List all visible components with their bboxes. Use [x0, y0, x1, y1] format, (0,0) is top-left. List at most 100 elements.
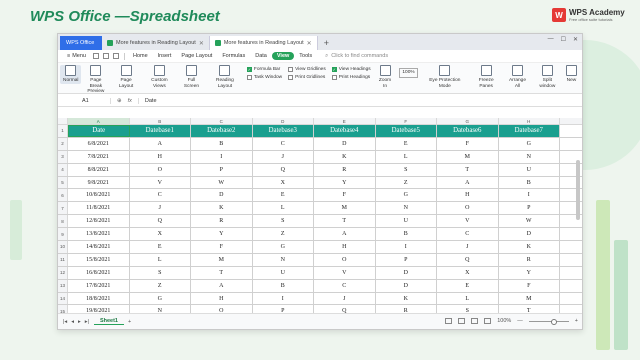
table-cell[interactable]: J [253, 150, 314, 163]
table-cell[interactable]: 17/8/2021 [68, 279, 130, 292]
table-cell[interactable]: 6/8/2021 [68, 137, 130, 150]
table-cell[interactable]: P [376, 253, 437, 266]
table-cell[interactable]: U [253, 266, 314, 279]
table-cell[interactable]: J [130, 202, 191, 215]
table-cell[interactable]: C [130, 189, 191, 202]
table-cell[interactable]: I [499, 189, 560, 202]
normal-view-status-icon[interactable] [445, 318, 453, 324]
table-cell[interactable]: T [437, 163, 499, 176]
row-header[interactable]: 4 [58, 163, 68, 176]
table-cell[interactable]: L [437, 292, 499, 305]
row-header[interactable]: 1 [58, 125, 68, 137]
table-cell[interactable]: B [376, 228, 437, 241]
table-cell[interactable]: S [130, 266, 191, 279]
table-cell[interactable]: I [191, 150, 253, 163]
table-cell[interactable]: G [499, 137, 560, 150]
zoom-level[interactable]: 100% [497, 318, 511, 324]
table-cell[interactable]: U [499, 163, 560, 176]
row-header[interactable]: 14 [58, 292, 68, 305]
table-cell[interactable]: 14/8/2021 [68, 241, 130, 253]
table-cell[interactable]: E [253, 189, 314, 202]
header-cell[interactable]: Datebase3 [252, 125, 314, 137]
table-cell[interactable]: P [499, 202, 560, 215]
table-cell[interactable]: K [191, 202, 253, 215]
page-break-preview-button[interactable]: Page Break Preview [81, 65, 110, 95]
column-header[interactable]: E [314, 118, 376, 124]
table-cell[interactable]: H [437, 189, 499, 202]
scrollbar-thumb[interactable] [576, 160, 580, 220]
tab-view[interactable]: View [271, 52, 295, 60]
table-cell[interactable]: H [130, 150, 191, 163]
app-tab[interactable]: WPS Office [60, 36, 102, 50]
header-cell[interactable]: Datebase6 [437, 125, 499, 137]
print-icon[interactable] [102, 53, 109, 59]
print-gridlines-checkbox[interactable]: Print Gridlines [288, 75, 326, 80]
table-cell[interactable]: L [130, 253, 191, 266]
column-header[interactable]: B [130, 118, 191, 124]
table-cell[interactable]: 13/8/2021 [68, 228, 130, 241]
table-cell[interactable]: C [437, 228, 499, 241]
table-cell[interactable]: S [376, 163, 437, 176]
table-cell[interactable]: G [253, 241, 314, 253]
doc-tab[interactable]: More features in Reading Layout ✕ [102, 36, 210, 50]
zoom-in-button[interactable]: Zoom In [374, 65, 397, 89]
split-window-button[interactable]: Split window [532, 65, 563, 89]
table-cell[interactable]: K [376, 292, 437, 305]
eye-protection-button[interactable]: Eye Protection Mode [421, 65, 469, 89]
table-cell[interactable]: Q [437, 253, 499, 266]
command-search[interactable]: ⌕ Click to find commands [325, 53, 388, 60]
table-cell[interactable]: F [314, 189, 376, 202]
task-window-checkbox[interactable]: Task Window [246, 75, 282, 80]
table-cell[interactable]: F [191, 241, 253, 253]
row-header[interactable]: 13 [58, 279, 68, 292]
zoom-out-icon[interactable]: — [517, 318, 523, 324]
table-cell[interactable]: I [376, 241, 437, 253]
reading-status-icon[interactable] [484, 318, 492, 324]
table-cell[interactable]: Y [314, 176, 376, 189]
row-header[interactable]: 9 [58, 228, 68, 241]
header-cell[interactable]: Datebase7 [498, 125, 560, 137]
row-header[interactable]: 12 [58, 266, 68, 279]
header-cell[interactable]: Date [68, 125, 130, 137]
table-cell[interactable]: L [376, 150, 437, 163]
tab-home[interactable]: Home [128, 53, 153, 59]
doc-tab-active[interactable]: More features in Reading Layout ✕ [209, 36, 318, 50]
page-break-status-icon[interactable] [471, 318, 479, 324]
formula-input[interactable]: Date [139, 98, 157, 104]
table-cell[interactable]: M [314, 202, 376, 215]
table-cell[interactable]: Y [499, 266, 560, 279]
table-cell[interactable]: P [191, 163, 253, 176]
table-cell[interactable]: C [253, 137, 314, 150]
table-cell[interactable]: S [253, 215, 314, 228]
full-screen-button[interactable]: Full Screen [177, 65, 206, 89]
table-cell[interactable]: O [437, 202, 499, 215]
tab-tools[interactable]: Tools [294, 53, 317, 59]
close-icon[interactable]: ✕ [307, 40, 312, 47]
page-layout-button[interactable]: Page Layout [110, 65, 142, 89]
table-cell[interactable]: F [437, 137, 499, 150]
table-cell[interactable]: X [130, 228, 191, 241]
table-cell[interactable]: D [376, 279, 437, 292]
header-cell[interactable]: Datebase2 [191, 125, 253, 137]
row-header[interactable]: 5 [58, 176, 68, 189]
row-header[interactable]: 2 [58, 137, 68, 150]
reading-layout-button[interactable]: Reading Layout [206, 65, 244, 89]
normal-view-button[interactable]: Normal [60, 65, 82, 84]
table-cell[interactable]: B [499, 176, 560, 189]
table-cell[interactable]: K [314, 150, 376, 163]
table-cell[interactable]: I [253, 292, 314, 305]
table-cell[interactable]: J [437, 241, 499, 253]
table-cell[interactable]: M [499, 292, 560, 305]
table-cell[interactable]: 16/8/2021 [68, 266, 130, 279]
page-layout-status-icon[interactable] [458, 318, 466, 324]
minimize-icon[interactable]: — [548, 36, 554, 43]
table-cell[interactable]: W [499, 215, 560, 228]
table-cell[interactable]: Z [130, 279, 191, 292]
table-cell[interactable]: G [130, 292, 191, 305]
row-header[interactable]: 6 [58, 189, 68, 202]
table-cell[interactable]: A [191, 279, 253, 292]
table-cell[interactable]: R [314, 163, 376, 176]
table-cell[interactable]: B [253, 279, 314, 292]
row-header[interactable]: 3 [58, 150, 68, 163]
zoom-percent-field[interactable]: 100% [396, 65, 420, 78]
